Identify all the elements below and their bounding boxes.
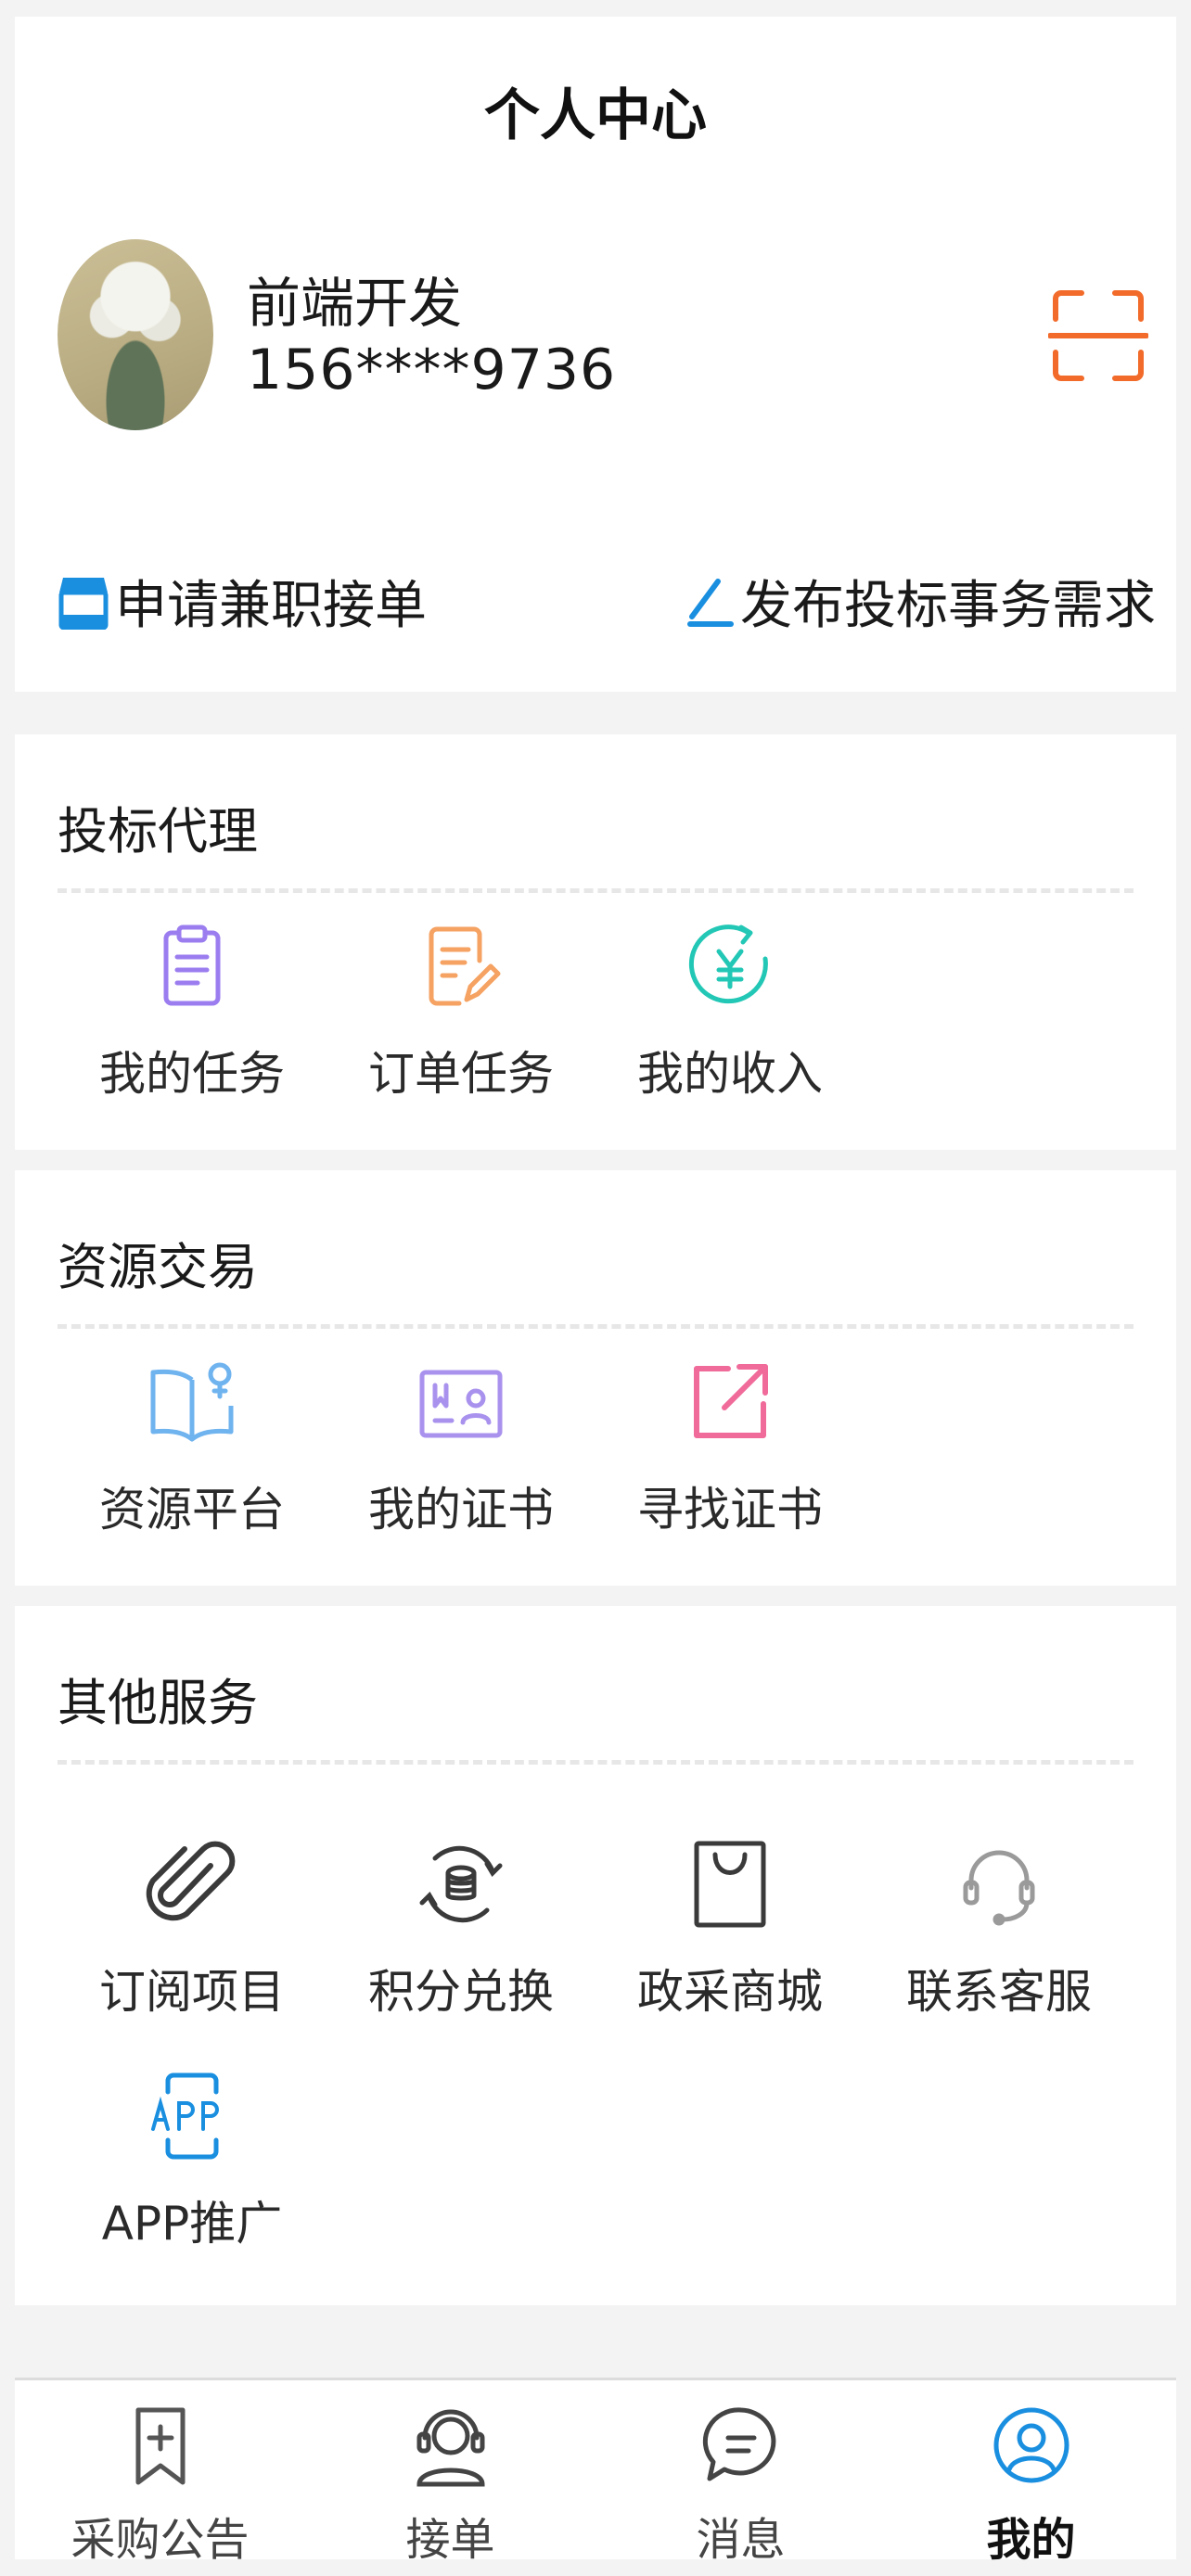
- pencil-icon: [687, 578, 734, 627]
- divider: [58, 1760, 1133, 1765]
- section-title: 其他服务: [58, 1674, 258, 1732]
- menu-item-label: APP推广: [101, 2197, 283, 2251]
- app-icon: [151, 2072, 219, 2160]
- tab-label: 我的: [986, 2514, 1076, 2566]
- section-title: 资源交易: [58, 1238, 258, 1296]
- menu-item-points-exchange[interactable]: 积分兑换: [327, 1838, 596, 2046]
- menu-item-label: 我的任务: [99, 1047, 285, 1101]
- tab-messages[interactable]: 消息: [596, 2380, 886, 2568]
- menu-item-label: 积分兑换: [368, 1965, 554, 2019]
- section-title: 投标代理: [58, 802, 258, 861]
- menu-item-gov-mall[interactable]: 政采商城: [596, 1838, 864, 2046]
- publish-demand-label: 发布投标事务需求: [740, 576, 1156, 636]
- bookmark-plus-icon: [135, 2407, 185, 2485]
- scan-button[interactable]: [1047, 286, 1149, 386]
- menu-item-app-promo[interactable]: APP推广: [58, 2070, 327, 2277]
- apply-parttime-button[interactable]: 申请兼职接单: [58, 564, 427, 639]
- yuan-refresh-icon: [688, 925, 768, 1004]
- tab-label: 采购公告: [70, 2514, 250, 2566]
- tab-procurement[interactable]: 采购公告: [15, 2380, 305, 2568]
- certificate-icon: [419, 1370, 503, 1438]
- open-book-icon: [150, 1362, 234, 1442]
- menu-item-label: 寻找证书: [637, 1483, 823, 1537]
- menu-item-label: 订单任务: [368, 1047, 554, 1101]
- clipboard-icon: [163, 925, 221, 1006]
- bottom-tab-bar: 采购公告 接单 消息 我的: [15, 2378, 1176, 2566]
- menu-item-label: 资源平台: [99, 1483, 285, 1537]
- user-circle-icon: [993, 2407, 1069, 2483]
- bid-agent-grid: 我的任务 订单任务 我的收入: [58, 920, 1133, 1128]
- tab-mine[interactable]: 我的: [886, 2380, 1176, 2568]
- app-frame: 个人中心 前端开发 156****9736 申请兼职接单 发布投标事务需求 投标…: [15, 17, 1176, 2566]
- menu-item-my-income[interactable]: 我的收入: [596, 920, 864, 1128]
- agent-icon: [416, 2409, 485, 2487]
- external-link-icon: [694, 1364, 768, 1438]
- menu-item-order-tasks[interactable]: 订单任务: [327, 920, 596, 1128]
- resource-trade-grid: 资源平台 我的证书 寻找证书: [58, 1356, 1133, 1563]
- headset-icon: [963, 1850, 1035, 1926]
- divider: [58, 1324, 1133, 1329]
- section-other-services: 其他服务 订阅项目 积分兑换 政采商城 联系客服 APP推广: [15, 1606, 1176, 2305]
- menu-item-my-certificates[interactable]: 我的证书: [327, 1356, 596, 1563]
- tab-orders[interactable]: 接单: [305, 2380, 596, 2568]
- publish-demand-button[interactable]: 发布投标事务需求: [686, 564, 1156, 639]
- menu-item-label: 联系客服: [906, 1965, 1092, 2019]
- tab-label: 消息: [696, 2514, 786, 2566]
- section-resource-trade: 资源交易 资源平台 我的证书 寻找证书: [15, 1170, 1176, 1586]
- menu-item-label: 政采商城: [637, 1965, 823, 2019]
- store-icon: [58, 577, 109, 630]
- edit-document-icon: [429, 926, 501, 1006]
- divider: [58, 888, 1133, 893]
- section-bid-agent: 投标代理 我的任务 订单任务 我的收入: [15, 734, 1176, 1150]
- page-title: 个人中心: [484, 83, 707, 148]
- menu-item-label: 我的证书: [368, 1483, 554, 1537]
- menu-item-label: 订阅项目: [99, 1965, 285, 2019]
- chat-bubble-icon: [702, 2407, 775, 2481]
- apply-parttime-label: 申请兼职接单: [115, 576, 427, 636]
- menu-item-customer-service[interactable]: 联系客服: [864, 1838, 1133, 2046]
- user-name: 前端开发: [247, 272, 463, 335]
- other-services-grid: 订阅项目 积分兑换 政采商城 联系客服 APP推广: [58, 1838, 1133, 2277]
- profile-card: 个人中心 前端开发 156****9736 申请兼职接单 发布投标事务需求: [15, 17, 1176, 692]
- menu-item-find-certificates[interactable]: 寻找证书: [596, 1356, 864, 1563]
- paperclip-icon: [146, 1841, 236, 1921]
- menu-item-resource-platform[interactable]: 资源平台: [58, 1356, 327, 1563]
- shopping-bag-icon: [694, 1841, 766, 1928]
- scan-icon: [1047, 290, 1149, 381]
- avatar[interactable]: [58, 239, 213, 430]
- user-phone: 156****9736: [247, 338, 617, 402]
- coins-exchange-icon: [419, 1845, 503, 1923]
- menu-item-my-tasks[interactable]: 我的任务: [58, 920, 327, 1128]
- menu-item-subscribe-projects[interactable]: 订阅项目: [58, 1838, 327, 2046]
- tab-label: 接单: [405, 2514, 495, 2566]
- menu-item-label: 我的收入: [637, 1047, 823, 1101]
